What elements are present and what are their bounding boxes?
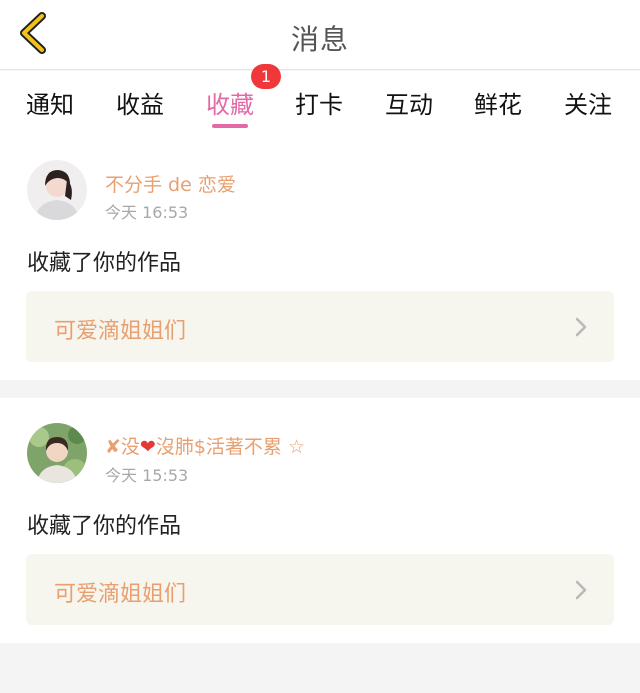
tab-favorites[interactable]: 收藏: [206, 85, 254, 120]
tab-bar: 通知 收益 收藏 打卡 互动 鲜花 关注: [0, 71, 640, 135]
avatar[interactable]: [27, 423, 87, 483]
user-name[interactable]: ✘没❤沒肺$活著不累 ☆: [105, 432, 305, 459]
favorited-work-item[interactable]: 可爱滴姐姐们: [26, 291, 614, 362]
user-name-prefix: ✘没: [105, 436, 140, 458]
action-text: 收藏了你的作品: [27, 251, 182, 276]
favorited-work-item[interactable]: 可爱滴姐姐们: [26, 554, 614, 625]
tab-badge-count: 1: [251, 64, 281, 89]
tab-earnings[interactable]: 收益: [116, 85, 164, 120]
work-title: 可爱滴姐姐们: [54, 319, 187, 344]
user-name-suffix: 沒肺$活著不累 ☆: [155, 436, 306, 458]
tab-checkin[interactable]: 打卡: [295, 85, 343, 120]
tab-flowers[interactable]: 鲜花: [474, 85, 522, 120]
active-tab-indicator: [212, 124, 248, 128]
user-name[interactable]: 不分手 de 恋爱: [105, 170, 236, 197]
message-card: 不分手 de 恋爱 今天 16:53 收藏了你的作品 可爱滴姐姐们: [0, 135, 640, 380]
tab-follow[interactable]: 关注: [564, 85, 612, 120]
avatar-image-icon: [27, 423, 87, 483]
avatar-image-icon: [27, 160, 87, 220]
chevron-right-icon: [575, 580, 587, 600]
tab-interaction[interactable]: 互动: [385, 85, 433, 120]
avatar[interactable]: [27, 160, 87, 220]
heart-icon: ❤: [139, 436, 156, 458]
action-text: 收藏了你的作品: [27, 514, 182, 539]
page-title: 消息: [290, 23, 349, 56]
timestamp: 今天 15:53: [105, 466, 189, 485]
work-title: 可爱滴姐姐们: [54, 582, 187, 607]
tab-notifications[interactable]: 通知: [26, 85, 74, 120]
timestamp: 今天 16:53: [105, 203, 189, 222]
top-bar: 消息: [0, 0, 640, 70]
chevron-right-icon: [575, 317, 587, 337]
message-card: ✘没❤沒肺$活著不累 ☆ 今天 15:53 收藏了你的作品 可爱滴姐姐们: [0, 398, 640, 643]
